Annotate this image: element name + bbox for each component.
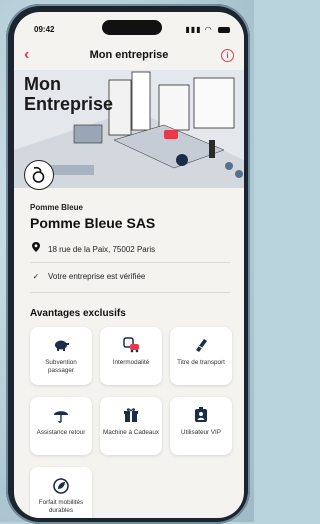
benefit-card-assistance[interactable]: Assistance retour (30, 397, 92, 455)
page-title: Mon entreprise (89, 49, 169, 61)
benefits-heading: Avantages exclusifs (30, 308, 126, 319)
umbrella-icon (30, 407, 92, 423)
verified-text: Votre entreprise est vérifiée (48, 272, 146, 281)
navigation-bar: ‹ Mon entreprise i (14, 45, 244, 67)
hero-title: Mon Entreprise (24, 74, 113, 114)
camera-notch (102, 20, 162, 35)
company-logo (24, 160, 54, 190)
transit-icon (100, 337, 162, 353)
wifi-icon: ◠ (204, 25, 213, 34)
battery-icon (218, 26, 230, 33)
location-pin-icon (30, 242, 42, 254)
benefit-card-forfait[interactable]: Forfait mobilités durables (30, 467, 92, 518)
app-screen: 09:42 ▮▮▮ ◠ ‹ Mon entreprise i Mon Entre… (14, 12, 244, 518)
benefit-label: Utilisateur VIP (181, 429, 221, 436)
divider (30, 292, 230, 293)
status-icons: ▮▮▮ ◠ (185, 25, 230, 34)
company-logo-icon (32, 166, 45, 183)
info-icon[interactable]: i (221, 49, 234, 62)
status-time: 09:42 (34, 25, 55, 34)
benefit-label: Machine à Cadeaux (102, 429, 159, 436)
hero-title-line1: Mon (24, 74, 61, 94)
benefit-label: Intermodalité (112, 359, 150, 366)
benefit-card-cadeaux[interactable]: Machine à Cadeaux (100, 397, 162, 455)
address-row: 18 rue de la Paix, 75002 Paris (30, 242, 155, 254)
piggy-bank-icon (30, 337, 92, 353)
company-full-name: Pomme Bleue SAS (30, 215, 156, 231)
benefit-label: Subvention passager (45, 359, 77, 374)
vip-badge-icon (170, 407, 232, 423)
benefit-card-vip[interactable]: Utilisateur VIP (170, 397, 232, 455)
benefit-label: Titre de transport (177, 359, 225, 366)
gift-icon (100, 407, 162, 423)
hero-title-line2: Entreprise (24, 94, 114, 114)
divider (30, 262, 230, 263)
status-bar: 09:42 ▮▮▮ ◠ (14, 12, 244, 40)
checkmark-icon: ✓ (32, 272, 40, 281)
leaf-cycle-icon (30, 477, 92, 494)
verified-row: ✓ Votre entreprise est vérifiée (30, 272, 146, 281)
address-text: 18 rue de la Paix, 75002 Paris (48, 245, 156, 254)
signal-icon: ▮▮▮ (185, 25, 202, 34)
benefit-card-intermodalite[interactable]: Intermodalité (100, 327, 162, 385)
ticket-icon (170, 337, 232, 353)
benefit-label: Assistance retour (36, 429, 86, 436)
benefit-label: Forfait mobilités durables (38, 499, 84, 514)
benefit-card-subvention[interactable]: Subvention passager (30, 327, 92, 385)
company-short-name: Pomme Bleue (30, 203, 83, 212)
benefit-card-titre[interactable]: Titre de transport (170, 327, 232, 385)
